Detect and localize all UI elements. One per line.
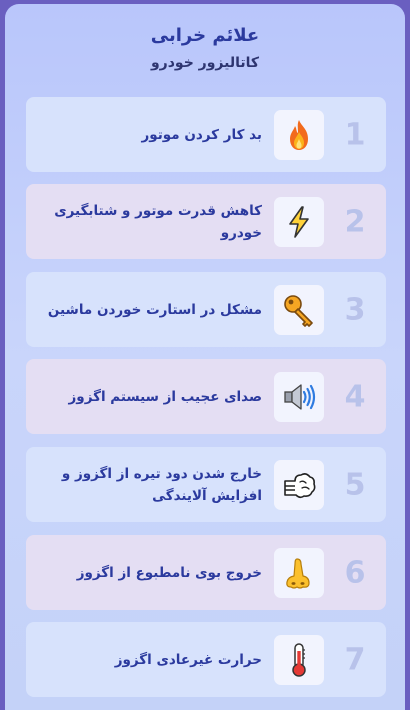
- key-icon: [274, 284, 324, 335]
- symptom-number: 1: [344, 117, 366, 152]
- symptom-item-2: 2 کاهش قدرت موتور و شتابگیری خودرو: [26, 184, 386, 259]
- symptom-item-6: 6 خروج بوی نامطبوع از اگزوز: [26, 535, 386, 610]
- page-title: علائم خرابی: [150, 25, 260, 46]
- symptom-label: مشکل در استارت خوردن ماشین: [47, 301, 262, 318]
- symptom-number: 3: [344, 292, 366, 327]
- symptom-number: 7: [344, 642, 366, 677]
- symptom-label: کاهش قدرت موتور و شتابگیری خودرو: [54, 202, 262, 241]
- symptom-item-7: 7 حرارت غیرعادی اگزوز: [26, 622, 386, 697]
- symptom-number: 4: [344, 379, 366, 414]
- smoke-icon: [274, 459, 324, 510]
- symptom-item-5: 5 خارج شدن دود تیره از اگزوز و افزایش آل…: [26, 447, 386, 522]
- symptom-label: بد کار کردن موتور: [141, 126, 263, 143]
- symptom-item-4: 4 صدای عجیب از سیستم اگزوز: [26, 359, 386, 434]
- thermometer-icon: [274, 634, 324, 685]
- symptom-item-3: 3 مشکل در استارت خوردن ماشین: [26, 272, 386, 347]
- symptom-number: 2: [344, 204, 366, 239]
- lightning-icon: [274, 196, 324, 247]
- symptom-label: خارج شدن دود تیره از اگزوز و افزایش آلای…: [61, 465, 262, 504]
- fire-icon: [274, 109, 324, 160]
- symptom-number: 6: [344, 555, 366, 590]
- speaker-icon: [274, 371, 324, 422]
- symptom-item-1: 1 بد کار کردن موتور: [26, 97, 386, 172]
- nose-icon: [274, 547, 324, 598]
- symptom-number: 5: [344, 467, 366, 502]
- page-subtitle: کاتالیزور خودرو: [150, 55, 260, 71]
- symptom-label: حرارت غیرعادی اگزوز: [114, 651, 262, 668]
- symptom-label: خروج بوی نامطبوع از اگزوز: [76, 564, 262, 581]
- header: علائم خرابی کاتالیزور خودرو: [5, 22, 405, 74]
- symptom-label: صدای عجیب از سیستم اگزوز: [68, 388, 262, 405]
